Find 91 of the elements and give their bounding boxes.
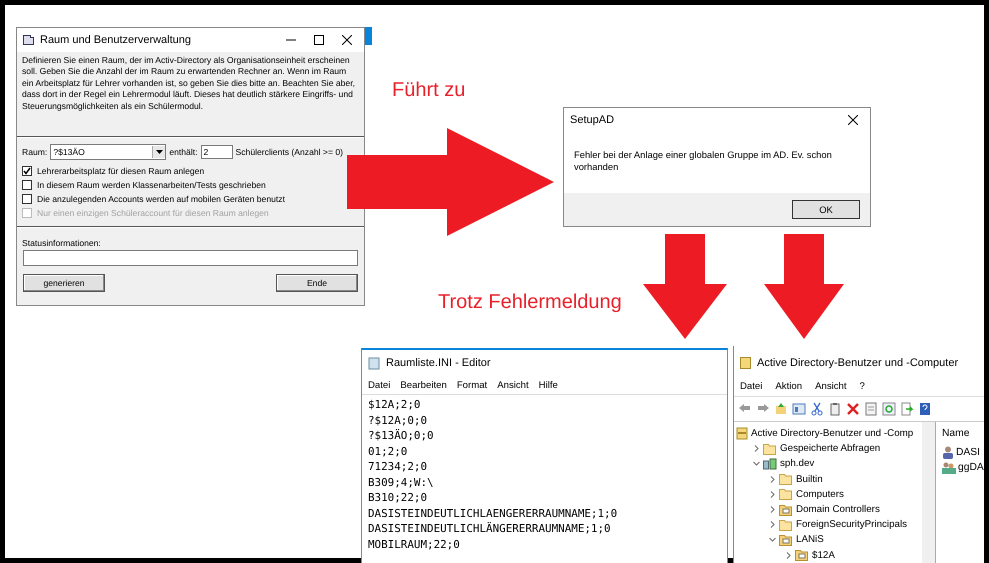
menu-item[interactable]: Hilfe xyxy=(538,380,558,390)
window-title: Active Directory-Benutzer und -Computer xyxy=(757,357,960,369)
column-header[interactable]: Name xyxy=(942,426,984,441)
text-line: B309;4;W:\ xyxy=(368,474,435,490)
checkbox-label: In diesem Raum werden Klassenarbeiten/Tests geschrieben xyxy=(37,180,266,190)
menu-item[interactable]: Bearbeiten xyxy=(400,380,447,390)
window-title: Raum und Benutzerverwaltung xyxy=(40,34,192,46)
text-line: DASISTEINDEUTLICHLAENGERERRAUMNAME;1;0 xyxy=(368,506,618,521)
checkbox[interactable] xyxy=(22,194,32,204)
group-icon xyxy=(942,462,956,474)
menu-item[interactable]: Datei xyxy=(368,380,390,390)
window-title: Raumliste.INI - Editor xyxy=(386,357,492,369)
scrollbar[interactable] xyxy=(922,422,935,563)
tree-item[interactable]: $12A xyxy=(734,548,922,563)
annotation-text: Trotz Fehlermeldung xyxy=(438,291,622,314)
tree-item[interactable]: ForeignSecurityPrincipals xyxy=(734,517,922,532)
room-dropdown[interactable]: ?$13ÄO xyxy=(50,144,166,160)
folder-icon xyxy=(779,534,793,546)
clipboard-icon[interactable] xyxy=(828,402,842,416)
room-label: Raum: xyxy=(22,147,48,157)
checkbox-label: Nur einen einzigen Schüleraccount für diesen Raum anlegen xyxy=(37,208,269,218)
list-item[interactable]: DASI xyxy=(942,445,984,460)
cut-icon[interactable] xyxy=(810,402,824,416)
refresh-icon[interactable] xyxy=(882,402,896,416)
folder-icon xyxy=(779,488,793,500)
up-folder-icon[interactable] xyxy=(774,402,788,416)
window-title: SetupAD xyxy=(570,114,616,126)
dialog-button[interactable]: Ende xyxy=(276,274,358,292)
chevron-down-icon[interactable] xyxy=(752,460,760,468)
app-icon xyxy=(23,35,34,45)
error-message: Fehler bei der Anlage einer globalen Gruppe im AD. Ev. schon vorhanden xyxy=(564,132,870,193)
close-icon[interactable] xyxy=(848,115,858,125)
text-line: 71234;2;0 xyxy=(368,459,428,474)
text-line: $12A;2;0 xyxy=(368,397,422,412)
count-field[interactable]: 2 xyxy=(200,145,233,159)
chevron-down-icon[interactable] xyxy=(768,536,776,544)
menu-item[interactable]: Ansicht xyxy=(497,380,529,390)
export-icon[interactable] xyxy=(900,402,914,416)
chevron-right-icon[interactable] xyxy=(768,490,776,498)
dropdown-arrow-icon[interactable] xyxy=(156,150,163,154)
close-icon[interactable] xyxy=(342,35,352,45)
maximize-icon[interactable] xyxy=(314,35,324,45)
text-line: ?$12A;0;0 xyxy=(368,412,428,428)
description-text: Definieren Sie einen Raum, der im Activ-Directory als Organisationseinheit erscheinen soll. Geben Sie die Anzahl der im Raum zu erwartenden Rechner an. Wenn im Raum ein Arbeitsplatz für Lehrer vorhanden ist, so geben Sie dies bitte an. Beachten Sie aber, dass dort in der Regel ein Lehrermodul läuft. Dieses hat deutlich stärkere Eingriffs- und Steuerungsmöglichkeiten als ein Schülermodul. xyxy=(21,54,356,113)
contains-label: enthält: xyxy=(169,147,198,157)
menu-item[interactable]: ? xyxy=(860,380,865,392)
menu-item[interactable]: Format xyxy=(456,380,488,390)
menu-item[interactable]: Ansicht xyxy=(815,380,847,392)
properties-icon[interactable] xyxy=(864,402,878,416)
dialog-button[interactable]: generieren xyxy=(23,274,105,292)
help-icon[interactable] xyxy=(918,402,932,416)
tree-item[interactable]: sph.dev xyxy=(734,456,922,472)
status-field[interactable] xyxy=(23,250,358,266)
delete-icon[interactable] xyxy=(846,402,860,416)
checkbox-label: Lehrerarbeitsplatz für diesen Raum anlegen xyxy=(37,166,204,176)
tree-item[interactable]: Builtin xyxy=(734,472,922,487)
tree-item[interactable]: LANiS xyxy=(734,532,922,548)
text-line: DASISTEINDEUTLICHLÄNGERERRAUMNAME;1;0 xyxy=(368,521,612,536)
menu-item[interactable]: Aktion xyxy=(775,380,802,392)
ok-button[interactable]: OK xyxy=(792,200,860,219)
checkbox[interactable] xyxy=(22,166,32,176)
user-icon xyxy=(942,446,954,459)
app-icon xyxy=(740,357,751,369)
folder-icon xyxy=(779,473,793,486)
annotation-text: Führt zu xyxy=(392,79,466,102)
tree-item[interactable]: Gespeicherte Abfragen xyxy=(734,441,922,456)
chevron-right-icon[interactable] xyxy=(768,506,776,514)
notepad-icon xyxy=(368,356,380,370)
tree-item[interactable]: Computers xyxy=(734,486,922,502)
chevron-right-icon[interactable] xyxy=(752,445,760,452)
chevron-right-icon[interactable] xyxy=(784,552,792,559)
text-line: MOBILRAUM;22;0 xyxy=(368,536,461,552)
text-line: ?$13ÄO;0;0 xyxy=(368,428,435,444)
chevron-right-icon[interactable] xyxy=(768,521,776,528)
count-hint: Schülerclients (Anzahl >= 0) xyxy=(236,147,343,157)
directory-icon xyxy=(736,427,748,440)
tree-item[interactable]: Domain Controllers xyxy=(734,502,922,518)
menu-item[interactable]: Datei xyxy=(740,380,762,392)
folder-icon xyxy=(763,442,777,455)
tree-item[interactable]: Active Directory-Benutzer und -Comp xyxy=(734,426,922,442)
folder-icon xyxy=(779,504,793,516)
console-tree-icon[interactable] xyxy=(792,402,806,416)
checkbox-label: Die anzulegenden Accounts werden auf mobilen Geräten benutzt xyxy=(37,194,285,204)
folder-icon xyxy=(779,518,793,531)
domain-icon xyxy=(763,458,777,470)
chevron-right-icon[interactable] xyxy=(768,476,776,483)
list-item[interactable]: ggDA xyxy=(942,460,984,475)
status-label: Statusinformationen: xyxy=(21,237,102,250)
checkbox[interactable] xyxy=(22,180,32,190)
text-line: B310;22;0 xyxy=(368,490,428,506)
text-line: 01;2;0 xyxy=(368,444,408,459)
